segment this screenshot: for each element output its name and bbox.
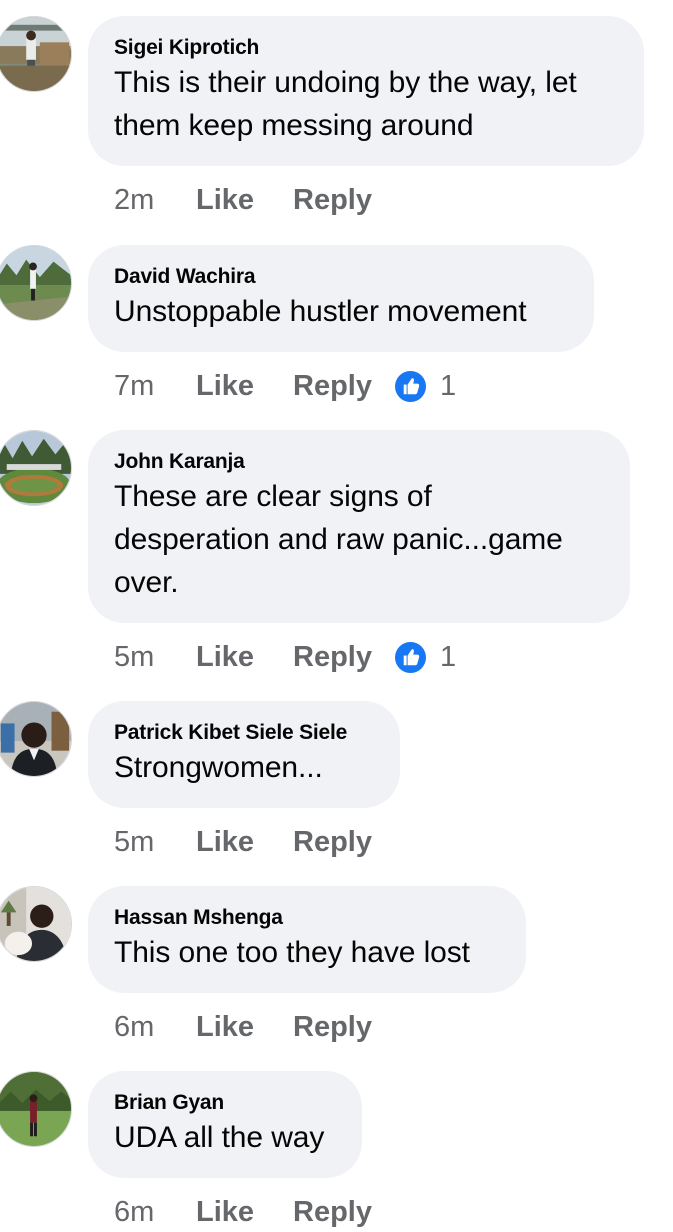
avatar[interactable] (0, 245, 72, 321)
comment-timestamp[interactable]: 2m (114, 184, 196, 217)
comment-author[interactable]: John Karanja (114, 449, 603, 475)
comment-bubble: John Karanja These are clear signs of de… (88, 430, 630, 623)
comment-actions: 6m Like Reply (114, 1192, 395, 1232)
comment-author[interactable]: Sigei Kiprotich (114, 35, 617, 61)
comment-text-line: UDA all the way (114, 1121, 325, 1154)
comment-timestamp[interactable]: 5m (114, 826, 196, 859)
avatar[interactable] (0, 430, 72, 506)
comment-bubble: Patrick Kibet Siele Siele Strongwomen... (88, 701, 400, 808)
avatar[interactable] (0, 701, 72, 777)
comment-text-line: Strongwomen... (114, 751, 323, 784)
comment-text-line: Unstoppable hustler movement (114, 295, 527, 328)
comment-bubble: Brian Gyan UDA all the way (88, 1071, 362, 1178)
thumbs-up-reaction-icon[interactable] (394, 370, 426, 402)
comment-actions: 6m Like Reply (114, 1007, 395, 1047)
comment-text-line: over. (114, 566, 179, 599)
like-button[interactable]: Like (196, 641, 293, 674)
comment-bubble: Sigei Kiprotich This is their undoing by… (88, 16, 644, 166)
reply-button[interactable]: Reply (293, 641, 372, 674)
like-button[interactable]: Like (196, 184, 293, 217)
reply-button[interactable]: Reply (293, 826, 372, 859)
thumbs-up-reaction-icon[interactable] (394, 641, 426, 673)
comment-actions: 5m Like Reply (114, 822, 395, 862)
reaction-count[interactable]: 1 (440, 641, 456, 674)
comment-timestamp[interactable]: 6m (114, 1011, 196, 1044)
comment-author[interactable]: Hassan Mshenga (114, 905, 499, 931)
comment-text-line: them keep messing around (114, 109, 474, 142)
comment-author[interactable]: Brian Gyan (114, 1090, 335, 1116)
reaction-count[interactable]: 1 (440, 370, 456, 403)
comment-timestamp[interactable]: 7m (114, 370, 196, 403)
like-button[interactable]: Like (196, 1196, 293, 1229)
reply-button[interactable]: Reply (293, 370, 372, 403)
comment-actions: 7m Like Reply 1 (114, 366, 456, 406)
comment-author[interactable]: Patrick Kibet Siele Siele (114, 720, 373, 746)
comment-text-line: This one too they have lost (114, 936, 470, 969)
reply-button[interactable]: Reply (293, 184, 372, 217)
comment-actions: 5m Like Reply 1 (114, 637, 456, 677)
comment-bubble: Hassan Mshenga This one too they have lo… (88, 886, 526, 993)
comment-actions: 2m Like Reply (114, 180, 395, 220)
avatar[interactable] (0, 1071, 72, 1147)
comment-text-line: desperation and raw panic...game (114, 523, 563, 556)
like-button[interactable]: Like (196, 826, 293, 859)
like-button[interactable]: Like (196, 370, 293, 403)
comment-bubble: David Wachira Unstoppable hustler moveme… (88, 245, 594, 352)
reply-button[interactable]: Reply (293, 1011, 372, 1044)
reply-button[interactable]: Reply (293, 1196, 372, 1229)
avatar[interactable] (0, 886, 72, 962)
comment-text-line: This is their undoing by the way, let (114, 66, 577, 99)
comment-text-line: These are clear signs of (114, 480, 432, 513)
comment-timestamp[interactable]: 6m (114, 1196, 196, 1229)
comment-author[interactable]: David Wachira (114, 264, 567, 290)
comment-timestamp[interactable]: 5m (114, 641, 196, 674)
like-button[interactable]: Like (196, 1011, 293, 1044)
comment-list: Sigei Kiprotich This is their undoing by… (0, 0, 673, 1228)
avatar[interactable] (0, 16, 72, 92)
